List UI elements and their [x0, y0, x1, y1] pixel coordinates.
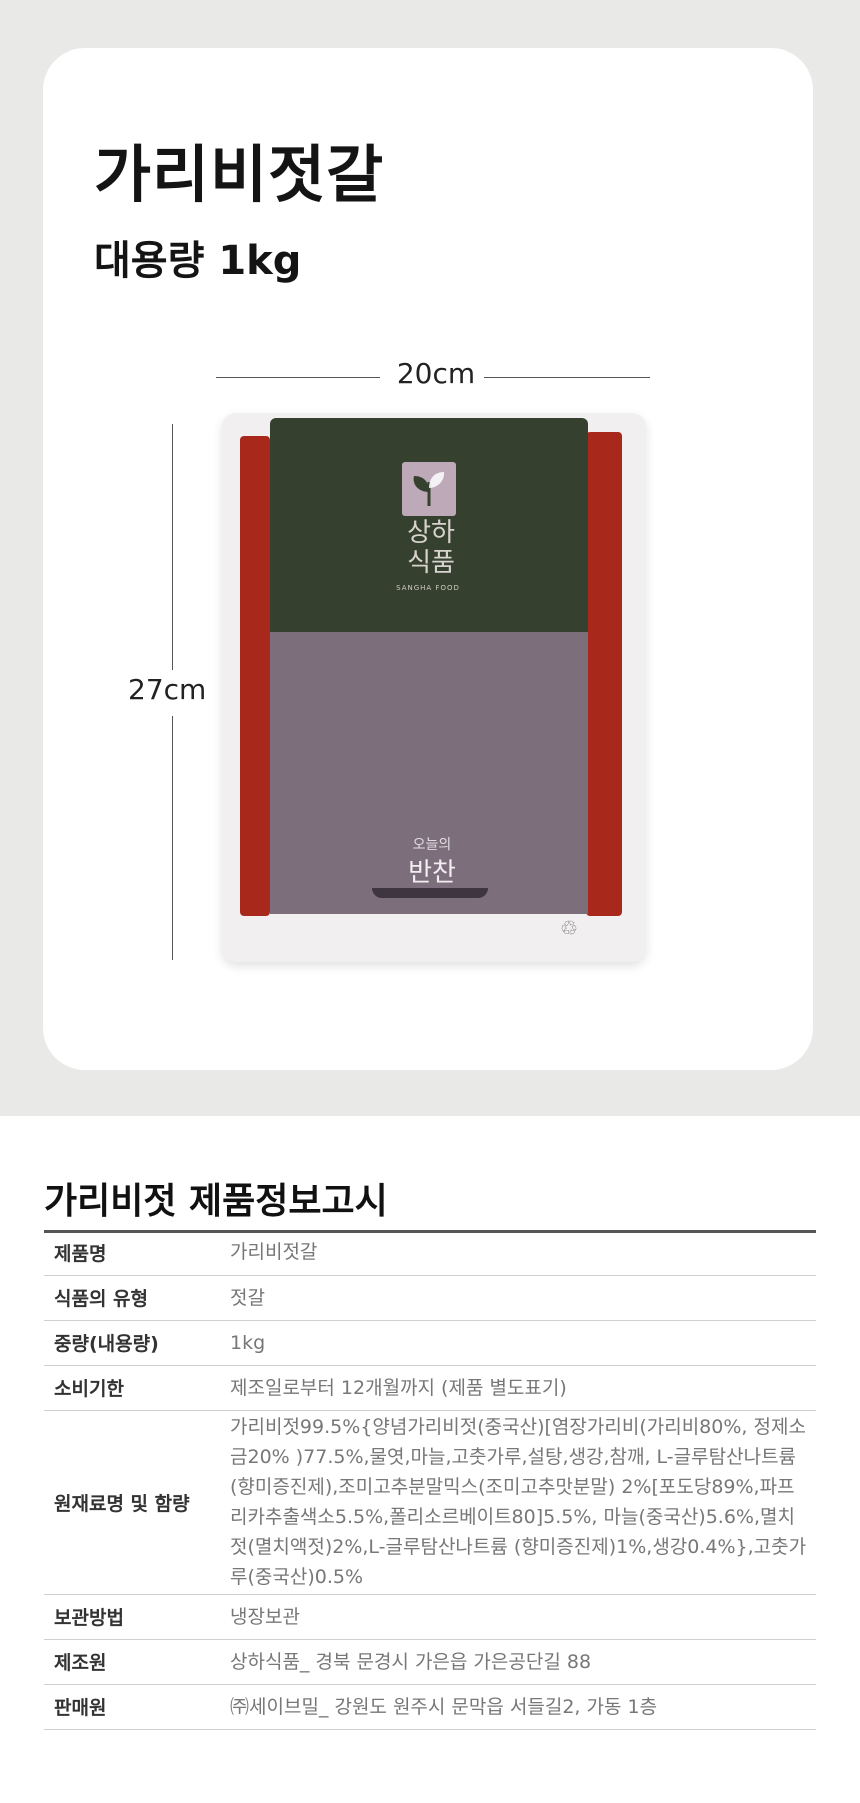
recycle-icon: ♲ — [560, 916, 578, 940]
info-row-value: 1kg — [230, 1331, 266, 1354]
height-dimension-line-top — [172, 424, 173, 670]
brand-leaf-logo-icon — [402, 462, 456, 516]
info-row-value: 가리비젓갈 — [230, 1241, 318, 1264]
info-row-value: ㈜세이브밀_ 강원도 원주시 문막읍 서들길2, 가동 1층 — [230, 1695, 658, 1718]
height-dimension-label: 27cm — [128, 673, 207, 706]
info-row: 제품명 가리비젓갈 — [44, 1230, 816, 1275]
info-row-key: 제조원 — [54, 1652, 107, 1674]
info-row-key: 판매원 — [54, 1697, 107, 1719]
info-row-value: 젓갈 — [230, 1286, 265, 1309]
info-row-value: 상하식품_ 경북 문경시 가은읍 가은공단길 88 — [230, 1650, 592, 1673]
brand-name: 상하 식품 — [396, 518, 466, 578]
info-row-key: 식품의 유형 — [54, 1288, 149, 1310]
brand-name-line2: 식품 — [407, 548, 455, 578]
info-row-key: 중량(내용량) — [54, 1333, 159, 1355]
info-row-value: 가리비젓99.5%{양념가리비젓(중국산)[염장가리비(가리비80%, 정제소금… — [230, 1416, 807, 1588]
info-row: 중량(내용량) 1kg — [44, 1320, 816, 1365]
brand-name-line1: 상하 — [407, 518, 455, 548]
width-dimension-line-left — [216, 377, 380, 378]
info-row: 소비기한 제조일로부터 12개월까지 (제품 별도표기) — [44, 1365, 816, 1410]
pouch-contents-right — [586, 432, 622, 916]
brand-name-en: SANGHA FOOD — [396, 584, 460, 592]
info-row-key: 소비기한 — [54, 1378, 124, 1400]
info-row-value: 냉장보관 — [230, 1605, 300, 1628]
product-info-table: 제품명 가리비젓갈 식품의 유형 젓갈 중량(내용량) 1kg 소비기한 제조일… — [44, 1230, 816, 1730]
info-row: 원재료명 및 함량 가리비젓99.5%{양념가리비젓(중국산)[염장가리비(가리… — [44, 1410, 816, 1594]
info-row: 판매원 ㈜세이브밀_ 강원도 원주시 문막읍 서들길2, 가동 1층 — [44, 1684, 816, 1729]
width-dimension-line-right — [484, 377, 650, 378]
pouch-contents-left — [240, 436, 270, 916]
product-title: 가리비젓갈 — [94, 138, 385, 211]
product-subtitle: 대용량 1kg — [94, 238, 302, 284]
pouch-tagline-main: 반찬 — [408, 858, 456, 888]
width-dimension-label: 20cm — [396, 357, 476, 390]
info-row: 식품의 유형 젓갈 — [44, 1275, 816, 1320]
info-row-key: 원재료명 및 함량 — [54, 1492, 190, 1515]
pouch-tagline-small: 오늘의 — [412, 837, 452, 853]
height-dimension-line-bottom — [172, 716, 173, 960]
info-row: 제조원 상하식품_ 경북 문경시 가은읍 가은공단길 88 — [44, 1639, 816, 1684]
info-row: 보관방법 냉장보관 — [44, 1594, 816, 1639]
info-row-value: 제조일로부터 12개월까지 (제품 별도표기) — [230, 1376, 567, 1399]
info-row-key: 보관방법 — [54, 1607, 124, 1629]
bowl-illustration — [372, 888, 488, 898]
info-section-title: 가리비젓 제품정보고시 — [44, 1181, 388, 1222]
info-row-key: 제품명 — [54, 1242, 107, 1265]
